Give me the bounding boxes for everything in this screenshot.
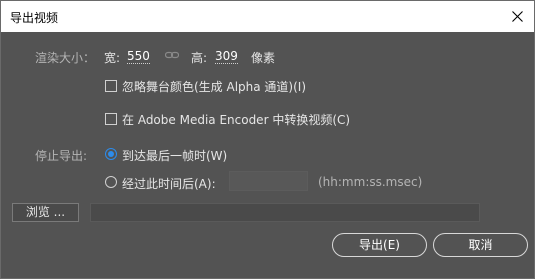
- last-frame-label[interactable]: 到达最后一帧时(W): [122, 147, 227, 164]
- dialog-title: 导出视频: [10, 11, 59, 25]
- cancel-button[interactable]: 取消: [433, 233, 528, 257]
- export-button[interactable]: 导出(E): [332, 233, 427, 257]
- ignore-stage-color-checkbox[interactable]: [105, 80, 117, 92]
- link-icon[interactable]: [165, 50, 179, 60]
- time-elapsed-radio[interactable]: [105, 176, 117, 188]
- width-value[interactable]: 550: [127, 49, 150, 64]
- title-bar: 导出视频: [1, 1, 534, 32]
- time-elapsed-label[interactable]: 经过此时间后(A):: [122, 175, 216, 192]
- convert-in-encoder-label[interactable]: 在 Adobe Media Encoder 中转换视频(C): [122, 111, 350, 128]
- output-path-field[interactable]: [90, 203, 480, 222]
- close-button[interactable]: [500, 1, 534, 32]
- time-format-hint: (hh:mm:ss.msec): [318, 175, 423, 189]
- convert-in-encoder-checkbox[interactable]: [105, 113, 117, 125]
- ignore-stage-color-label[interactable]: 忽略舞台颜色(生成 Alpha 通道)(I): [122, 78, 306, 95]
- stop-export-label: 停止导出:: [35, 149, 88, 163]
- render-size-label: 渲染大小：: [35, 51, 96, 65]
- height-value[interactable]: 309: [215, 49, 238, 64]
- time-input[interactable]: [229, 171, 308, 191]
- close-icon: [511, 11, 523, 22]
- export-video-dialog: 导出视频 渲染大小： 宽: 550 高: 309 像素 忽略舞台颜色(生成 Al…: [0, 0, 535, 279]
- last-frame-radio[interactable]: [105, 148, 117, 160]
- width-label: 宽:: [104, 51, 121, 65]
- height-label: 高:: [191, 51, 208, 65]
- browse-button[interactable]: 浏览 ...: [12, 203, 79, 222]
- size-unit: 像素: [251, 51, 276, 65]
